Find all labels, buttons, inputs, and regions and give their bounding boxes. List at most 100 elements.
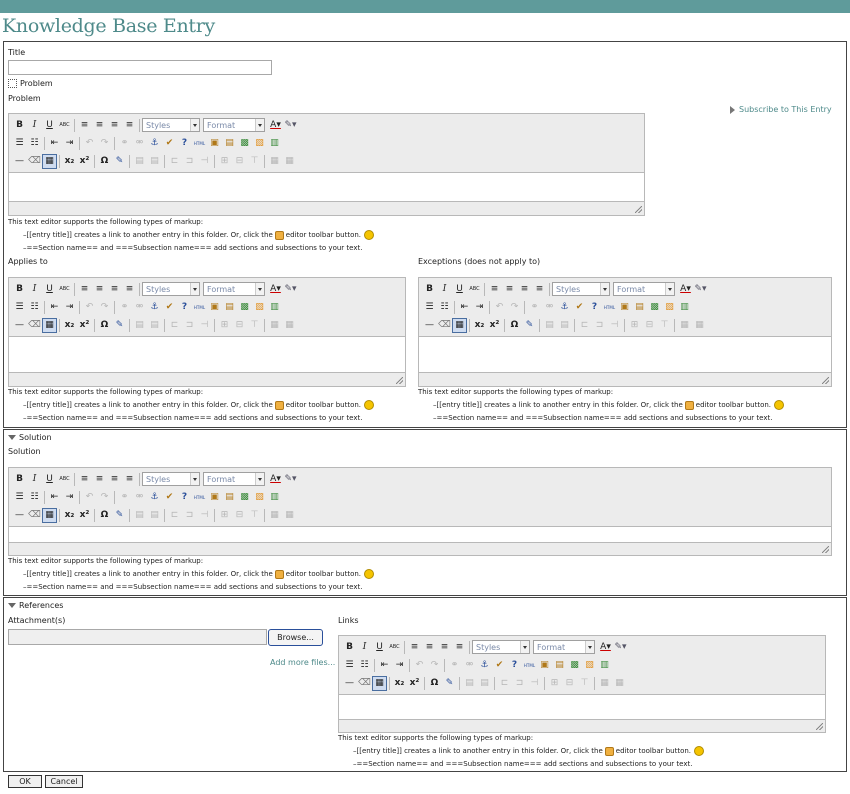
- media-button[interactable]: ▥: [677, 300, 692, 315]
- outdent-button[interactable]: ⇤: [457, 300, 472, 315]
- help-button[interactable]: ?: [177, 300, 192, 315]
- cleanup-button[interactable]: ✔: [162, 300, 177, 315]
- row-before-button[interactable]: ▤: [542, 318, 557, 333]
- row-after-button[interactable]: ▤: [557, 318, 572, 333]
- row-after-button[interactable]: ▤: [147, 508, 162, 523]
- subscript-button[interactable]: x₂: [472, 318, 487, 333]
- delete-col-button[interactable]: ⊣: [197, 154, 212, 169]
- charmap-button[interactable]: Ω: [97, 508, 112, 523]
- underline-button[interactable]: U: [42, 282, 57, 297]
- wiki-button[interactable]: ▧: [662, 300, 677, 315]
- cell-props-button[interactable]: ⊤: [247, 318, 262, 333]
- align-center-button[interactable]: ≡: [502, 282, 517, 297]
- delete-col-button[interactable]: ⊣: [527, 676, 542, 691]
- link-button[interactable]: ⚭: [117, 300, 132, 315]
- resize-grip-icon[interactable]: [816, 723, 823, 730]
- row-after-button[interactable]: ▤: [147, 318, 162, 333]
- unlink-button[interactable]: ⚮: [132, 300, 147, 315]
- subscript-button[interactable]: x₂: [62, 508, 77, 523]
- link-button[interactable]: ⚭: [117, 136, 132, 151]
- format-select[interactable]: Format: [613, 282, 675, 296]
- row-props-button[interactable]: ▦: [282, 508, 297, 523]
- link-button[interactable]: ⚭: [117, 490, 132, 505]
- subscript-button[interactable]: x₂: [62, 154, 77, 169]
- resize-grip-icon[interactable]: [396, 377, 403, 384]
- font-color-button[interactable]: A▾: [268, 118, 283, 133]
- split-button[interactable]: ⊟: [232, 318, 247, 333]
- paste-text-button[interactable]: ▤: [222, 300, 237, 315]
- link-button[interactable]: ⚭: [527, 300, 542, 315]
- unlink-button[interactable]: ⚮: [462, 658, 477, 673]
- styles-select[interactable]: Styles: [552, 282, 610, 296]
- html-button[interactable]: HTML: [192, 300, 207, 315]
- table-button[interactable]: ▦: [42, 153, 57, 169]
- redo-button[interactable]: ↷: [97, 136, 112, 151]
- undo-button[interactable]: ↶: [82, 490, 97, 505]
- align-left-button[interactable]: ≡: [77, 118, 92, 133]
- col-before-button[interactable]: ⊏: [167, 508, 182, 523]
- paste-button[interactable]: ▣: [207, 490, 222, 505]
- bg-color-button[interactable]: ✎▾: [283, 472, 298, 487]
- delete-col-button[interactable]: ⊣: [607, 318, 622, 333]
- row-props-button[interactable]: ▦: [692, 318, 707, 333]
- bullet-list-button[interactable]: ☰: [12, 136, 27, 151]
- image-button[interactable]: ▩: [237, 490, 252, 505]
- charmap-button[interactable]: Ω: [97, 318, 112, 333]
- bold-button[interactable]: B: [342, 640, 357, 655]
- align-right-button[interactable]: ≡: [107, 118, 122, 133]
- split-button[interactable]: ⊟: [642, 318, 657, 333]
- cell-props-button[interactable]: ⊤: [657, 318, 672, 333]
- paste-text-button[interactable]: ▤: [222, 136, 237, 151]
- indent-button[interactable]: ⇥: [62, 136, 77, 151]
- italic-button[interactable]: I: [27, 282, 42, 297]
- bullet-list-button[interactable]: ☰: [342, 658, 357, 673]
- eraser-button[interactable]: ⌫: [437, 318, 452, 333]
- anchor-button[interactable]: ⚓: [147, 300, 162, 315]
- row-before-button[interactable]: ▤: [132, 154, 147, 169]
- bold-button[interactable]: B: [12, 118, 27, 133]
- bg-color-button[interactable]: ✎▾: [693, 282, 708, 297]
- superscript-button[interactable]: x²: [77, 154, 92, 169]
- image-button[interactable]: ▩: [237, 136, 252, 151]
- cleanup-button[interactable]: ✔: [162, 136, 177, 151]
- align-left-button[interactable]: ≡: [77, 472, 92, 487]
- col-after-button[interactable]: ⊐: [182, 508, 197, 523]
- solution-edit-area[interactable]: [9, 526, 831, 543]
- attachment-file-input[interactable]: [8, 629, 267, 645]
- references-toggle[interactable]: References: [8, 601, 63, 610]
- help-icon[interactable]: [364, 569, 375, 579]
- bullet-list-button[interactable]: ☰: [12, 490, 27, 505]
- image-button[interactable]: ▩: [567, 658, 582, 673]
- html-button[interactable]: HTML: [602, 300, 617, 315]
- redo-button[interactable]: ↷: [97, 300, 112, 315]
- html-button[interactable]: HTML: [522, 658, 537, 673]
- paste-text-button[interactable]: ▤: [222, 490, 237, 505]
- cleanup-button[interactable]: ✔: [572, 300, 587, 315]
- italic-button[interactable]: I: [437, 282, 452, 297]
- row-before-button[interactable]: ▤: [132, 318, 147, 333]
- align-left-button[interactable]: ≡: [407, 640, 422, 655]
- align-right-button[interactable]: ≡: [437, 640, 452, 655]
- merge-button[interactable]: ⊞: [217, 508, 232, 523]
- split-button[interactable]: ⊟: [232, 154, 247, 169]
- anchor-button[interactable]: ⚓: [557, 300, 572, 315]
- table-button[interactable]: ▦: [372, 675, 387, 691]
- edit-button[interactable]: ✎: [442, 676, 457, 691]
- align-right-button[interactable]: ≡: [517, 282, 532, 297]
- edit-button[interactable]: ✎: [522, 318, 537, 333]
- subscript-button[interactable]: x₂: [392, 676, 407, 691]
- justify-button[interactable]: ≡: [532, 282, 547, 297]
- format-select[interactable]: Format: [203, 282, 265, 296]
- col-before-button[interactable]: ⊏: [167, 318, 182, 333]
- bullet-list-button[interactable]: ☰: [12, 300, 27, 315]
- table-props-button[interactable]: ▦: [677, 318, 692, 333]
- undo-button[interactable]: ↶: [412, 658, 427, 673]
- split-button[interactable]: ⊟: [562, 676, 577, 691]
- problem-edit-area[interactable]: [9, 172, 644, 202]
- browse-button[interactable]: Browse...: [268, 629, 323, 646]
- col-before-button[interactable]: ⊏: [577, 318, 592, 333]
- delete-col-button[interactable]: ⊣: [197, 318, 212, 333]
- unlink-button[interactable]: ⚮: [132, 136, 147, 151]
- styles-select[interactable]: Styles: [472, 640, 530, 654]
- numbered-list-button[interactable]: ☷: [437, 300, 452, 315]
